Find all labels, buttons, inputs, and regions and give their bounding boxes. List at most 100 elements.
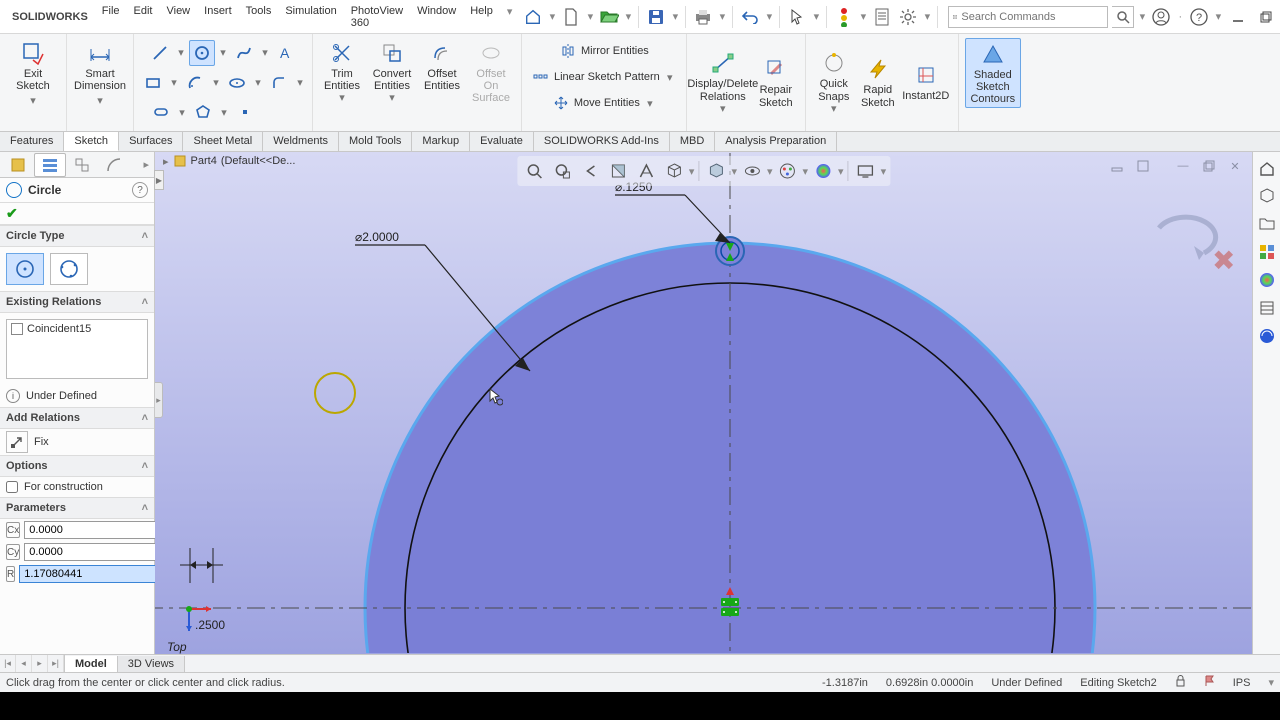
fillet-tool-button[interactable]: [266, 70, 292, 96]
undo-dropdown-icon[interactable]: ▾: [765, 10, 773, 23]
rectangle-dropdown-icon[interactable]: ▾: [168, 70, 180, 96]
user-account-icon[interactable]: [1150, 6, 1172, 28]
file-properties-icon[interactable]: [871, 6, 893, 28]
pm-section-existing-relations[interactable]: Existing Relations˄: [0, 291, 154, 313]
fillet-dropdown-icon[interactable]: ▾: [294, 70, 306, 96]
help-icon[interactable]: ?: [1188, 6, 1210, 28]
existing-relations-list[interactable]: Coincident15: [6, 319, 148, 379]
dim-large-diameter[interactable]: ⌀2.0000: [355, 230, 399, 244]
select-dropdown-icon[interactable]: ▾: [812, 10, 820, 23]
spline-tool-button[interactable]: [231, 40, 257, 66]
taskpane-home-icon[interactable]: [1255, 156, 1279, 180]
polygon-dropdown-icon[interactable]: ▾: [218, 99, 230, 125]
previous-view-icon[interactable]: [577, 158, 603, 184]
offset-entities-button[interactable]: Offset Entities: [419, 38, 465, 94]
menu-overflow-icon[interactable]: ▾: [501, 1, 519, 33]
view-rotate-widget[interactable]: ✖: [1144, 198, 1234, 258]
new-dropdown-icon[interactable]: ▾: [586, 10, 594, 23]
trim-dropdown-icon[interactable]: ▾: [319, 92, 365, 104]
menu-photoview[interactable]: PhotoView 360: [345, 1, 409, 33]
smart-dimension-button[interactable]: Smart Dimension: [73, 38, 127, 94]
line-dropdown-icon[interactable]: ▾: [175, 40, 187, 66]
taskpane-custom-properties-icon[interactable]: [1255, 296, 1279, 320]
polygon-tool-button[interactable]: [190, 99, 216, 125]
menu-help[interactable]: Help: [464, 1, 499, 33]
status-flag-icon[interactable]: [1204, 675, 1215, 690]
fm-tab-property-manager-icon[interactable]: [34, 153, 66, 177]
options-dropdown-icon[interactable]: ▾: [923, 10, 931, 23]
feature-tree-flyout[interactable]: ▸ Part4 (Default<<De...: [163, 154, 295, 168]
param-cy-input[interactable]: [24, 543, 176, 561]
pm-section-circle-type[interactable]: Circle Type˄: [0, 225, 154, 247]
viewport-minimize2-icon[interactable]: —: [1172, 156, 1194, 176]
tab-weldments[interactable]: Weldments: [263, 132, 339, 151]
search-button[interactable]: [1112, 6, 1134, 28]
param-radius-input[interactable]: [19, 565, 171, 583]
display-delete-relations-button[interactable]: Display/Delete Relations ▾: [693, 48, 753, 116]
circle-center-radius-button[interactable]: [6, 253, 44, 285]
spline-dropdown-icon[interactable]: ▾: [259, 40, 271, 66]
zoom-area-icon[interactable]: [549, 158, 575, 184]
viewport-minimize-icon[interactable]: [1106, 156, 1128, 176]
param-cx-input[interactable]: [24, 521, 176, 539]
open-icon[interactable]: [598, 6, 620, 28]
window-minimize-icon[interactable]: [1226, 6, 1250, 28]
taskpane-design-library-icon[interactable]: [1255, 184, 1279, 208]
pm-section-add-relations[interactable]: Add Relations˄: [0, 407, 154, 429]
pm-help-icon[interactable]: ?: [132, 182, 148, 198]
tab-addins[interactable]: SOLIDWORKS Add-Ins: [534, 132, 670, 151]
user-dropdown-icon[interactable]: ·: [1176, 11, 1184, 23]
smart-dimension-dropdown-icon[interactable]: ▾: [73, 94, 127, 106]
repair-sketch-button[interactable]: Repair Sketch: [753, 54, 799, 110]
taskpane-forum-icon[interactable]: [1255, 324, 1279, 348]
fm-tab-feature-tree-icon[interactable]: [2, 153, 34, 177]
exit-sketch-button[interactable]: Exit Sketch: [13, 38, 53, 94]
view-orientation-icon[interactable]: [661, 158, 687, 184]
hide-show-icon[interactable]: [739, 158, 765, 184]
undo-icon[interactable]: [739, 6, 761, 28]
view-settings-icon[interactable]: [853, 158, 879, 184]
edit-appearance-icon[interactable]: [775, 158, 801, 184]
pm-section-parameters[interactable]: Parameters˄: [0, 497, 154, 519]
instant2d-button[interactable]: Instant2D: [900, 60, 952, 104]
dim-depth[interactable]: .2500: [195, 618, 225, 632]
taskpane-appearances-icon[interactable]: [1255, 268, 1279, 292]
tab-markup[interactable]: Markup: [412, 132, 470, 151]
viewport-close-icon[interactable]: ✕: [1224, 156, 1246, 176]
ddr-dropdown-icon[interactable]: ▾: [696, 103, 750, 115]
slot-tool-button[interactable]: [148, 99, 174, 125]
ellipse-tool-button[interactable]: [224, 70, 250, 96]
section-view-icon[interactable]: [605, 158, 631, 184]
status-lock-icon[interactable]: [1175, 675, 1186, 690]
circle-tool-button[interactable]: [189, 40, 215, 66]
menu-file[interactable]: File: [96, 1, 126, 33]
arc-dropdown-icon[interactable]: ▾: [210, 70, 222, 96]
tab-sketch[interactable]: Sketch: [64, 132, 119, 151]
arc-tool-button[interactable]: [182, 70, 208, 96]
home-icon[interactable]: [522, 6, 544, 28]
search-commands-box[interactable]: [948, 6, 1108, 28]
rebuild-icon[interactable]: [833, 6, 855, 28]
move-dropdown-icon[interactable]: ▾: [644, 90, 656, 116]
search-dropdown-icon[interactable]: ▾: [1138, 10, 1146, 23]
menu-insert[interactable]: Insert: [198, 1, 238, 33]
slot-dropdown-icon[interactable]: ▾: [176, 99, 188, 125]
tab-mbd[interactable]: MBD: [670, 132, 715, 151]
fix-relation-button[interactable]: [6, 431, 28, 453]
tab-sheet-metal[interactable]: Sheet Metal: [183, 132, 263, 151]
apply-scene-icon[interactable]: [810, 158, 836, 184]
taskpane-view-palette-icon[interactable]: [1255, 240, 1279, 264]
relation-item[interactable]: Coincident15: [9, 322, 145, 336]
tab-nav-prev-icon[interactable]: ◂: [16, 655, 32, 672]
mirror-entities-button[interactable]: Mirror Entities: [555, 38, 653, 64]
rapid-sketch-button[interactable]: Rapid Sketch: [856, 54, 900, 110]
rebuild-dropdown-icon[interactable]: ▾: [859, 10, 867, 23]
options-gear-icon[interactable]: [897, 6, 919, 28]
menu-edit[interactable]: Edit: [128, 1, 159, 33]
zoom-fit-icon[interactable]: [521, 158, 547, 184]
ellipse-dropdown-icon[interactable]: ▾: [252, 70, 264, 96]
fm-tabs-overflow-icon[interactable]: ▸: [140, 158, 152, 171]
circle-perimeter-button[interactable]: [50, 253, 88, 285]
shaded-sketch-contours-button[interactable]: Shaded Sketch Contours: [965, 38, 1021, 108]
tab-nav-first-icon[interactable]: |◂: [0, 655, 16, 672]
